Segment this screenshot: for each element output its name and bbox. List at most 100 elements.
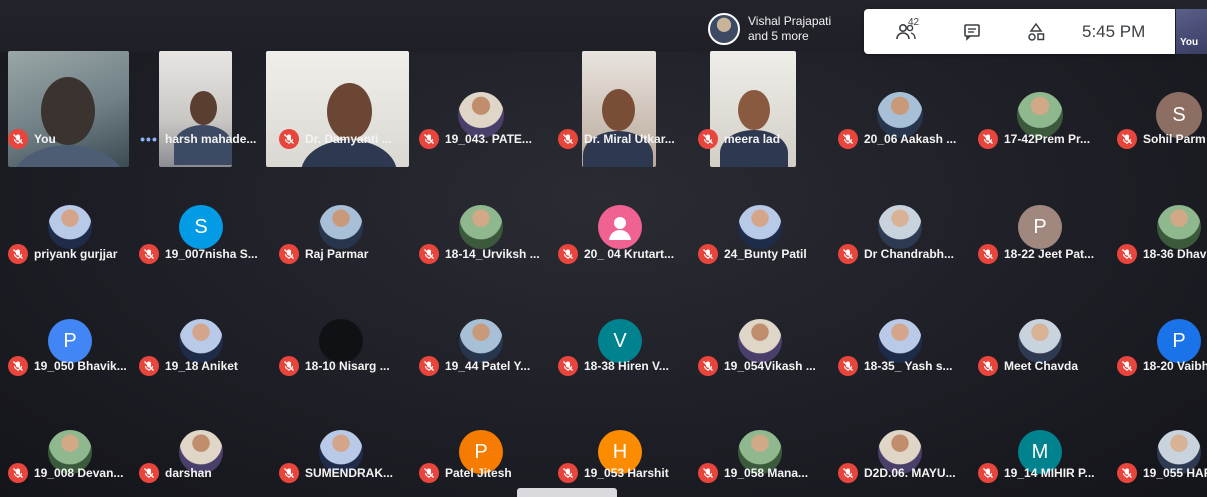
toolbar-handle[interactable]: [517, 488, 617, 497]
mic-off-icon: [139, 356, 159, 376]
meeting-controls: 42 5:45 PM: [864, 9, 1175, 54]
self-view-thumbnail[interactable]: You: [1176, 9, 1207, 54]
participant-name: Dr. Miral Utkar...: [584, 132, 675, 146]
mic-off-icon: [419, 463, 439, 483]
participant-label: 19_054Vikash ...: [698, 356, 816, 376]
mic-off-icon: [279, 463, 299, 483]
mic-off-icon: [978, 244, 998, 264]
participant-name: 18-10 Nisarg ...: [305, 359, 390, 373]
participant-name: 18-38 Hiren V...: [584, 359, 669, 373]
avatar: [48, 205, 92, 249]
participant-label: 18-38 Hiren V...: [558, 356, 669, 376]
mic-off-icon: [558, 356, 578, 376]
avatar: P: [1018, 205, 1062, 249]
participant-label: 19_14 MIHIR P...: [978, 463, 1095, 483]
participant-label: 19_058 Mana...: [698, 463, 808, 483]
mic-off-icon: [698, 463, 718, 483]
people-button[interactable]: 42: [864, 17, 948, 41]
participant-name: Sohil Parm: [1143, 132, 1206, 146]
participant-name: 19_007nisha S...: [165, 247, 258, 261]
mic-off-icon: [1117, 244, 1137, 264]
default-avatar-icon: [598, 205, 642, 249]
participant-label: 20_ 04 Krutart...: [558, 244, 674, 264]
participant-name: 19_14 MIHIR P...: [1004, 466, 1095, 480]
participant-name: Dr. Damyanti ...: [305, 132, 392, 146]
participant-label: 18-22 Jeet Pat...: [978, 244, 1094, 264]
participant-name: meera lad: [724, 132, 781, 146]
participant-label: 19_055 HAR: [1117, 463, 1207, 483]
participant-label: 18-36 Dhav: [1117, 244, 1206, 264]
participant-label: priyank gurjjar: [8, 244, 117, 264]
participant-label: 18-14_Urviksh ...: [419, 244, 540, 264]
participant-name: harsh mahade...: [165, 132, 257, 146]
mic-off-icon: [279, 129, 299, 149]
mic-off-icon: [139, 244, 159, 264]
participant-name: 19_058 Mana...: [724, 466, 809, 480]
mic-off-icon: [558, 129, 578, 149]
participant-name: 19_18 Aniket: [165, 359, 238, 373]
participant-name: 19_055 HAR: [1143, 466, 1207, 480]
avatar: [459, 205, 503, 249]
participant-name: Raj Parmar: [305, 247, 369, 261]
participant-label: D2D.06. MAYU...: [838, 463, 956, 483]
raised-hand-more: and 5 more: [748, 29, 809, 43]
clock: 5:45 PM: [1082, 21, 1146, 41]
participant-label: Patel Jitesh: [419, 463, 512, 483]
participant-label: Sohil Parm: [1117, 129, 1206, 149]
participant-label: 18-10 Nisarg ...: [279, 356, 390, 376]
participant-name: Dr Chandrabh...: [864, 247, 955, 261]
mic-off-icon: [978, 463, 998, 483]
participant-label: 17-42Prem Pr...: [978, 129, 1090, 149]
participant-label: 19_18 Aniket: [139, 356, 238, 376]
participant-name: 20_06 Aakash ...: [864, 132, 957, 146]
participant-label: SUMENDRAK...: [279, 463, 393, 483]
participant-label: ••• harsh mahade...: [139, 129, 256, 149]
participant-name: 18-35_ Yash s...: [864, 359, 953, 373]
participant-name: 19_050 Bhavik...: [34, 359, 127, 373]
participant-label: 18-20 Vaibh: [1117, 356, 1207, 376]
participant-label: 19_043. PATE...: [419, 129, 532, 149]
participant-label: 19_008 Devan...: [8, 463, 123, 483]
participant-label: 19_053 Harshit: [558, 463, 669, 483]
participant-video: [8, 51, 129, 167]
avatar: S: [179, 205, 223, 249]
self-view-label: You: [1180, 37, 1199, 48]
participant-name: You: [34, 132, 56, 146]
participant-name: 19_054Vikash ...: [724, 359, 816, 373]
participant-label: meera lad: [698, 129, 780, 149]
participant-name: D2D.06. MAYU...: [864, 466, 956, 480]
participant-name: 19_053 Harshit: [584, 466, 669, 480]
participant-label: Meet Chavda: [978, 356, 1078, 376]
participant-name: 17-42Prem Pr...: [1004, 132, 1091, 146]
mic-off-icon: [139, 463, 159, 483]
mic-off-icon: [838, 463, 858, 483]
mic-off-icon: [279, 244, 299, 264]
mic-off-icon: [419, 244, 439, 264]
participant-name: 18-20 Vaibh: [1143, 359, 1207, 373]
activities-button[interactable]: [996, 22, 1076, 42]
participant-label: darshan: [139, 463, 212, 483]
avatar: [1157, 205, 1201, 249]
chat-button[interactable]: [948, 23, 996, 41]
participant-label: You: [8, 129, 56, 149]
participant-label: 20_06 Aakash ...: [838, 129, 956, 149]
participant-label: 19_050 Bhavik...: [8, 356, 127, 376]
mic-off-icon: [978, 129, 998, 149]
participant-label: Dr. Damyanti ...: [279, 129, 392, 149]
participant-name: SUMENDRAK...: [305, 466, 394, 480]
raised-hand-notice[interactable]: Vishal Prajapati and 5 more: [708, 10, 831, 48]
participant-video: [710, 51, 796, 167]
participant-label: 24_Bunty Patil: [698, 244, 807, 264]
mic-off-icon: [8, 463, 28, 483]
speaking-indicator-icon: •••: [140, 131, 158, 147]
participant-name: 18-36 Dhav: [1143, 247, 1207, 261]
avatar: [738, 205, 782, 249]
participant-name: 18-14_Urviksh ...: [445, 247, 540, 261]
mic-off-icon: [558, 244, 578, 264]
mic-off-icon: [978, 356, 998, 376]
mic-off-icon: [838, 356, 858, 376]
mic-off-icon: [8, 244, 28, 264]
participant-video: [582, 51, 656, 167]
mic-off-icon: [8, 129, 28, 149]
participant-name: 18-22 Jeet Pat...: [1004, 247, 1095, 261]
